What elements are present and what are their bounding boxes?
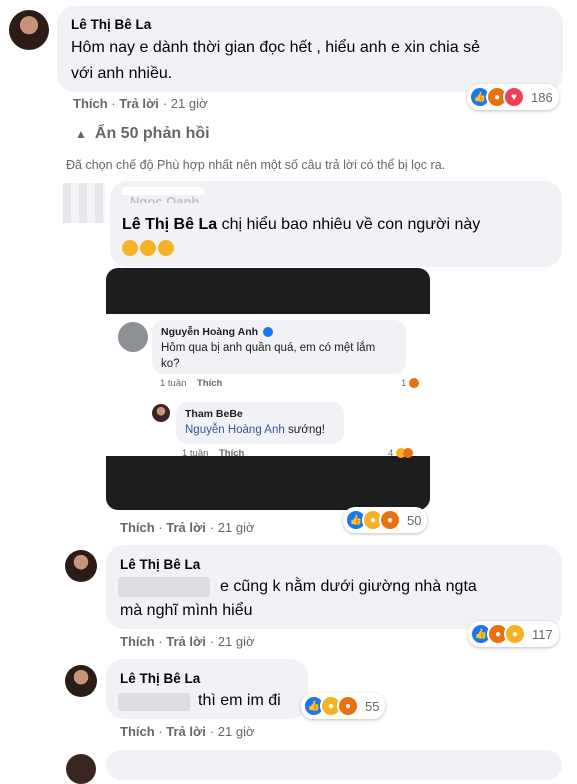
reply-bubble: Lê Thị Bê La e cũng k nằm dưới giường nh… bbox=[106, 545, 562, 629]
comment-text: Hôm nay e dành thời gian đọc hết , hiểu … bbox=[71, 39, 480, 56]
verified-icon bbox=[262, 327, 273, 338]
mini-comment-bubble: Tham BeBe Nguyễn Hoàng Anh sướng! bbox=[176, 402, 344, 444]
hide-replies-link[interactable]: ▲ Ẩn 50 phản hồi bbox=[75, 125, 210, 143]
reply-bubble bbox=[106, 750, 562, 780]
comment-bubble: Lê Thị Bê La Hôm nay e dành thời gian đọ… bbox=[57, 6, 563, 92]
attached-image[interactable]: Nguyễn Hoàng Anh Hôm qua bị anh quần quá… bbox=[106, 268, 430, 510]
reaction-count: 186 bbox=[531, 89, 553, 105]
like-button[interactable]: Thích bbox=[73, 96, 108, 111]
mini-reaction: 1 bbox=[401, 378, 419, 389]
mini-actions: 1 tuần Thích bbox=[182, 448, 245, 459]
avatar[interactable] bbox=[65, 550, 97, 582]
screenshot-content: Nguyễn Hoàng Anh Hôm qua bị anh quần quá… bbox=[106, 314, 430, 459]
reply-author[interactable]: Lê Thị Bê La bbox=[120, 557, 200, 572]
avatar[interactable] bbox=[9, 10, 49, 50]
comment-actions: Thích · Trả lời · 21 giờ bbox=[73, 96, 208, 111]
reply-time[interactable]: · 21 giờ bbox=[210, 520, 255, 535]
reply-time[interactable]: · 21 giờ bbox=[210, 634, 255, 649]
mini-text: Hôm qua bị anh quần quá, em có mệt lắm bbox=[161, 342, 376, 354]
angry-reaction-icon: ● bbox=[379, 509, 401, 531]
reply-button[interactable]: Trả lời bbox=[166, 724, 206, 739]
reply-actions: Thích · Trả lời · 21 giờ bbox=[120, 634, 255, 649]
hide-replies-label: Ẩn 50 phản hồi bbox=[94, 125, 210, 142]
redacted-text bbox=[118, 693, 190, 711]
smirk-emoji-icon bbox=[140, 239, 156, 256]
smirk-emoji-icon bbox=[122, 239, 138, 256]
reply-actions: Thích · Trả lời · 21 giờ bbox=[120, 724, 255, 739]
avatar-blurred[interactable] bbox=[63, 183, 105, 223]
reply-button[interactable]: Trả lời bbox=[166, 634, 206, 649]
comment-text: với anh nhiều. bbox=[71, 65, 173, 82]
like-button[interactable]: Thích bbox=[120, 634, 155, 649]
haha-reaction-icon: ● bbox=[504, 623, 526, 645]
comment-time[interactable]: · 21 giờ bbox=[163, 96, 208, 111]
angry-reaction-icon bbox=[402, 448, 413, 459]
reaction-count: 117 bbox=[532, 626, 553, 642]
filter-note: Đã chọn chế độ Phù hợp nhất nên một số c… bbox=[66, 158, 446, 172]
reply-text: mà nghĩ mình hiểu bbox=[120, 602, 253, 619]
avatar bbox=[118, 322, 148, 352]
mini-author: Nguyễn Hoàng Anh bbox=[161, 326, 273, 338]
reaction-count: 50 bbox=[407, 512, 422, 528]
reaction-summary[interactable]: 👍 ● ● 50 bbox=[343, 507, 428, 533]
reply-text: Lê Thị Bê La chị hiểu bao nhiêu về con n… bbox=[122, 216, 481, 233]
redacted-text bbox=[118, 577, 210, 597]
reply-actions: Thích · Trả lời · 21 giờ bbox=[120, 520, 255, 535]
reply-text: e cũng k nằm dưới giường nhà ngta bbox=[220, 578, 477, 595]
reply-time[interactable]: · 21 giờ bbox=[210, 724, 255, 739]
smirk-emoji-icon bbox=[158, 239, 174, 256]
avatar bbox=[152, 404, 170, 422]
reaction-count: 55 bbox=[365, 698, 380, 714]
love-reaction-icon: ♥ bbox=[503, 86, 525, 108]
mention-tag[interactable]: Lê Thị Bê La bbox=[122, 216, 217, 233]
chevron-up-icon: ▲ bbox=[75, 127, 87, 141]
angry-reaction-icon bbox=[408, 378, 419, 389]
reaction-summary[interactable]: 👍 ● ♥ 186 bbox=[467, 84, 559, 110]
mini-text: ko? bbox=[161, 358, 180, 370]
avatar[interactable] bbox=[65, 665, 97, 697]
reply-bubble: Ngọc Oanh Lê Thị Bê La chị hiểu bao nhiê… bbox=[110, 181, 562, 267]
mini-reaction: 4 bbox=[388, 448, 413, 459]
mini-comment-bubble: Nguyễn Hoàng Anh Hôm qua bị anh quần quá… bbox=[152, 320, 406, 374]
reaction-summary[interactable]: 👍 ● ● 117 bbox=[468, 621, 559, 647]
reply-text: thì em im đi bbox=[198, 692, 281, 709]
like-button[interactable]: Thích bbox=[120, 520, 155, 535]
emoji-row bbox=[122, 239, 176, 257]
mini-actions: 1 tuần Thích bbox=[160, 378, 223, 389]
comment-author[interactable]: Lê Thị Bê La bbox=[71, 17, 151, 32]
reply-bubble: Lê Thị Bê La thì em im đi bbox=[106, 659, 308, 719]
mini-text: Nguyễn Hoàng Anh sướng! bbox=[185, 424, 325, 436]
reply-button[interactable]: Trả lời bbox=[119, 96, 159, 111]
reply-button[interactable]: Trả lời bbox=[166, 520, 206, 535]
like-button[interactable]: Thích bbox=[120, 724, 155, 739]
reply-author-partial: Ngọc Oanh bbox=[130, 194, 200, 203]
reply-author[interactable]: Lê Thị Bê La bbox=[120, 671, 200, 686]
reaction-summary[interactable]: 👍 ● ● 55 bbox=[301, 693, 386, 719]
angry-reaction-icon: ● bbox=[337, 695, 359, 717]
